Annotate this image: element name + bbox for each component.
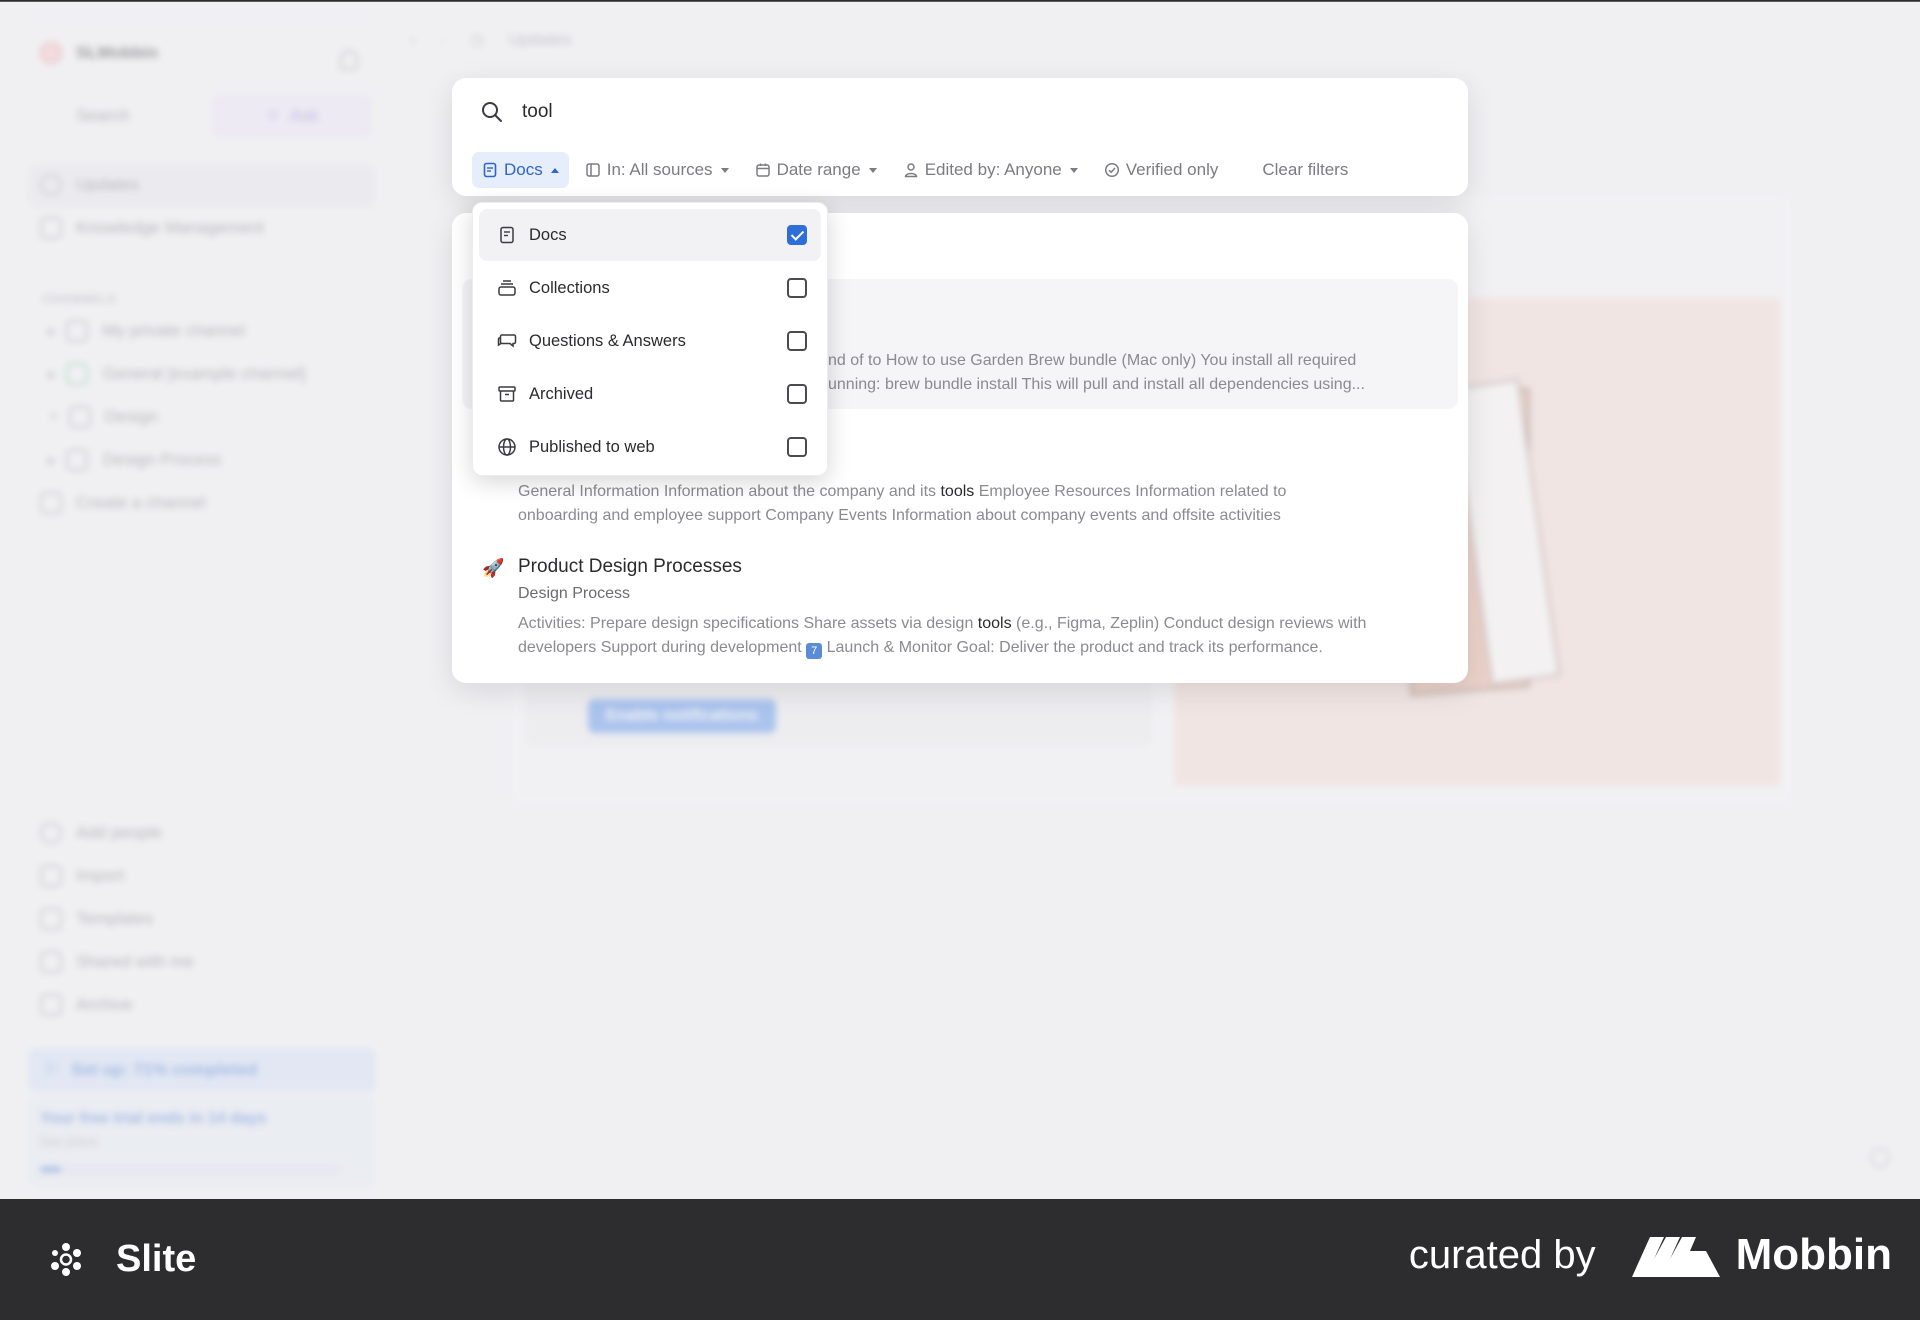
number-badge: 7 xyxy=(806,643,823,659)
source-icon xyxy=(585,163,600,177)
filter-docs[interactable]: Docs xyxy=(472,152,569,188)
archive-icon xyxy=(497,384,517,404)
calendar-icon xyxy=(755,163,770,177)
clear-filters-button[interactable]: Clear filters xyxy=(1252,152,1358,188)
snippet-highlight: tools xyxy=(977,615,1012,632)
snippet-highlight: tools xyxy=(940,483,975,500)
globe-icon xyxy=(497,437,517,457)
snippet-text: Employee Resources Information related t… xyxy=(974,483,1287,500)
app-window: SLMobbin Search ✧ Ask Updates Knowledge … xyxy=(0,1,1920,1199)
dropdown-item-label: Archived xyxy=(529,384,594,403)
caret-down-icon xyxy=(1069,167,1078,173)
filter-edited-label: Edited by: Anyone xyxy=(924,160,1062,179)
caret-down-icon xyxy=(868,167,877,173)
filter-date-range[interactable]: Date range xyxy=(745,152,887,188)
archived-checkbox[interactable] xyxy=(787,384,807,404)
rocket-icon: 🚀 xyxy=(482,558,505,578)
dropdown-item-docs[interactable]: Docs xyxy=(479,209,821,261)
filter-date-label: Date range xyxy=(776,160,861,179)
snippet-line: nd of to How to use Garden Brew bundle (… xyxy=(828,352,1357,369)
collections-checkbox[interactable] xyxy=(787,278,807,298)
mobbin-name: Mobbin xyxy=(1735,1230,1892,1279)
filter-sources-label: In: All sources xyxy=(606,160,713,179)
filter-docs-label: Docs xyxy=(504,160,543,179)
snippet-text: Launch & Monitor Goal: Deliver the produ… xyxy=(822,639,1323,656)
filter-bar: Docs In: All sources Date range Edited b… xyxy=(472,152,1358,188)
mobbin-brand: Mobbin xyxy=(1631,1230,1892,1280)
search-panel: Docs In: All sources Date range Edited b… xyxy=(452,78,1468,196)
slite-brand: Slite xyxy=(46,1238,196,1281)
dropdown-item-label: Questions & Answers xyxy=(529,331,686,350)
verified-check-icon xyxy=(1104,162,1119,178)
footer-banner: Slite curated by Mobbin xyxy=(0,1200,1920,1320)
dropdown-item-label: Collections xyxy=(529,278,610,297)
brand-name: Slite xyxy=(116,1238,197,1280)
dropdown-item-qa[interactable]: Questions & Answers xyxy=(479,315,821,367)
snippet-text: General Information Information about th… xyxy=(518,483,941,500)
caret-down-icon xyxy=(720,167,729,173)
result-subtitle: Design Process xyxy=(518,585,631,602)
caret-up-icon xyxy=(550,167,559,173)
qa-checkbox[interactable] xyxy=(787,331,807,351)
collection-icon xyxy=(497,278,517,298)
dropdown-item-collections[interactable]: Collections xyxy=(479,262,821,314)
snippet-text: (e.g., Figma, Zeplin) Conduct design rev… xyxy=(1011,615,1367,632)
filter-verified-label: Verified only xyxy=(1125,160,1219,179)
snippet-line: unning: brew bundle install This will pu… xyxy=(828,376,1365,393)
dropdown-item-label: Published to web xyxy=(529,437,655,456)
search-icon xyxy=(482,102,502,122)
clear-filters-label: Clear filters xyxy=(1262,160,1349,179)
filter-sources[interactable]: In: All sources xyxy=(575,152,739,188)
snippet-text: developers Support during development xyxy=(518,639,807,656)
curated-by-text: curated by xyxy=(1408,1232,1596,1277)
snippet-line: onboarding and employee support Company … xyxy=(518,507,1281,524)
published-checkbox[interactable] xyxy=(787,437,807,457)
snippet-text: Activities: Prepare design specification… xyxy=(518,615,978,632)
docs-checkbox[interactable] xyxy=(787,225,807,245)
dropdown-item-label: Docs xyxy=(529,225,567,244)
search-row xyxy=(480,100,1422,124)
chat-bubbles-icon xyxy=(497,331,517,351)
slite-logo-icon xyxy=(51,1242,81,1276)
doc-icon xyxy=(497,225,517,245)
doc-icon xyxy=(483,162,497,178)
result-snippet: nd of to How to use Garden Brew bundle (… xyxy=(828,349,1365,397)
mobbin-logo-icon xyxy=(1631,1237,1720,1277)
search-input[interactable] xyxy=(522,101,1422,123)
dropdown-item-published[interactable]: Published to web xyxy=(479,421,821,473)
result-snippet: Activities: Prepare design specification… xyxy=(518,612,1366,660)
doc-type-dropdown: Docs Collections Questions & Answers Arc… xyxy=(472,202,828,476)
filter-edited-by[interactable]: Edited by: Anyone xyxy=(893,152,1088,188)
filter-verified-only[interactable]: Verified only xyxy=(1094,152,1229,188)
dropdown-item-archived[interactable]: Archived xyxy=(479,368,821,420)
result-snippet[interactable]: General Information Information about th… xyxy=(518,480,1286,528)
person-icon xyxy=(904,163,918,178)
curated-by: curated by Mobbin xyxy=(1409,1230,1892,1280)
result-title[interactable]: Product Design Processes xyxy=(518,556,742,578)
